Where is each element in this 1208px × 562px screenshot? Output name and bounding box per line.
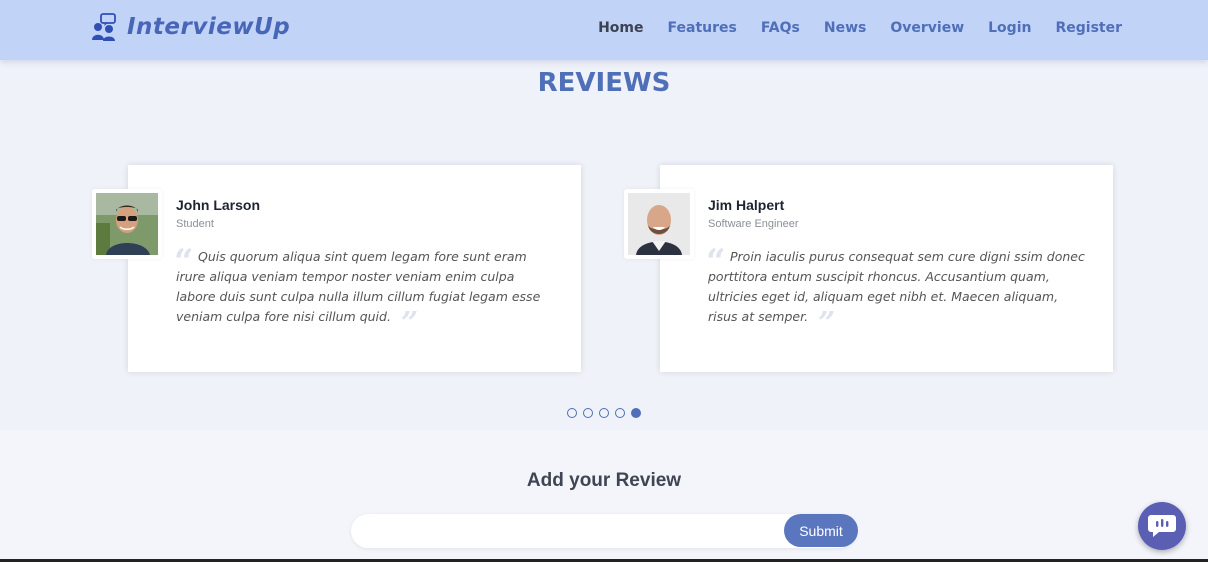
carousel-dot[interactable] (599, 408, 609, 418)
nav-news[interactable]: News (824, 20, 866, 36)
site-header: InterviewUp Home Features FAQs News Over… (0, 0, 1208, 60)
reviewer-role: Student (176, 218, 214, 230)
quote-close-icon: ” (400, 306, 419, 341)
brand-name: InterviewUp (127, 14, 291, 40)
quote-close-icon: ” (818, 306, 836, 341)
submit-button[interactable]: Submit (784, 514, 858, 547)
chat-button[interactable] (1138, 502, 1186, 550)
brand-logo[interactable]: InterviewUp (91, 13, 290, 41)
carousel-dot-active[interactable] (631, 408, 641, 418)
reviewer-photo-icon (96, 193, 158, 255)
reviews-title: REVIEWS (537, 68, 671, 98)
review-card: John Larson Student “ Quis quorum aliqua… (92, 165, 581, 372)
carousel-dot[interactable] (583, 408, 593, 418)
review-text: Quis quorum aliqua sint quem legam fore … (176, 249, 541, 341)
carousel-dot[interactable] (615, 408, 625, 418)
reviewer-photo-icon (628, 193, 690, 255)
nav-login[interactable]: Login (988, 20, 1031, 36)
nav-faqs[interactable]: FAQs (761, 20, 800, 36)
avatar (92, 189, 162, 259)
add-review-section: Add your Review Submit (0, 430, 1208, 562)
main-nav: Home Features FAQs News Overview Login R… (574, 20, 1122, 36)
review-input[interactable] (351, 514, 856, 548)
carousel-dot[interactable] (567, 408, 577, 418)
nav-home[interactable]: Home (598, 20, 643, 36)
avatar (624, 189, 694, 259)
nav-register[interactable]: Register (1055, 20, 1122, 36)
reviewer-name: Jim Halpert (708, 197, 785, 213)
add-review-title: Add your Review (526, 470, 682, 491)
reviewer-role: Software Engineer (708, 218, 799, 230)
nav-features[interactable]: Features (668, 20, 737, 36)
nav-overview[interactable]: Overview (890, 20, 964, 36)
review-text: Proin iaculis purus consequat sem cure d… (708, 249, 1085, 341)
chat-bubble-icon (1148, 515, 1176, 537)
reviewer-name: John Larson (176, 197, 261, 213)
carousel-dots (567, 408, 647, 418)
review-card: Jim Halpert Software Engineer “ Proin ia… (624, 165, 1113, 372)
interview-people-icon (92, 13, 116, 41)
